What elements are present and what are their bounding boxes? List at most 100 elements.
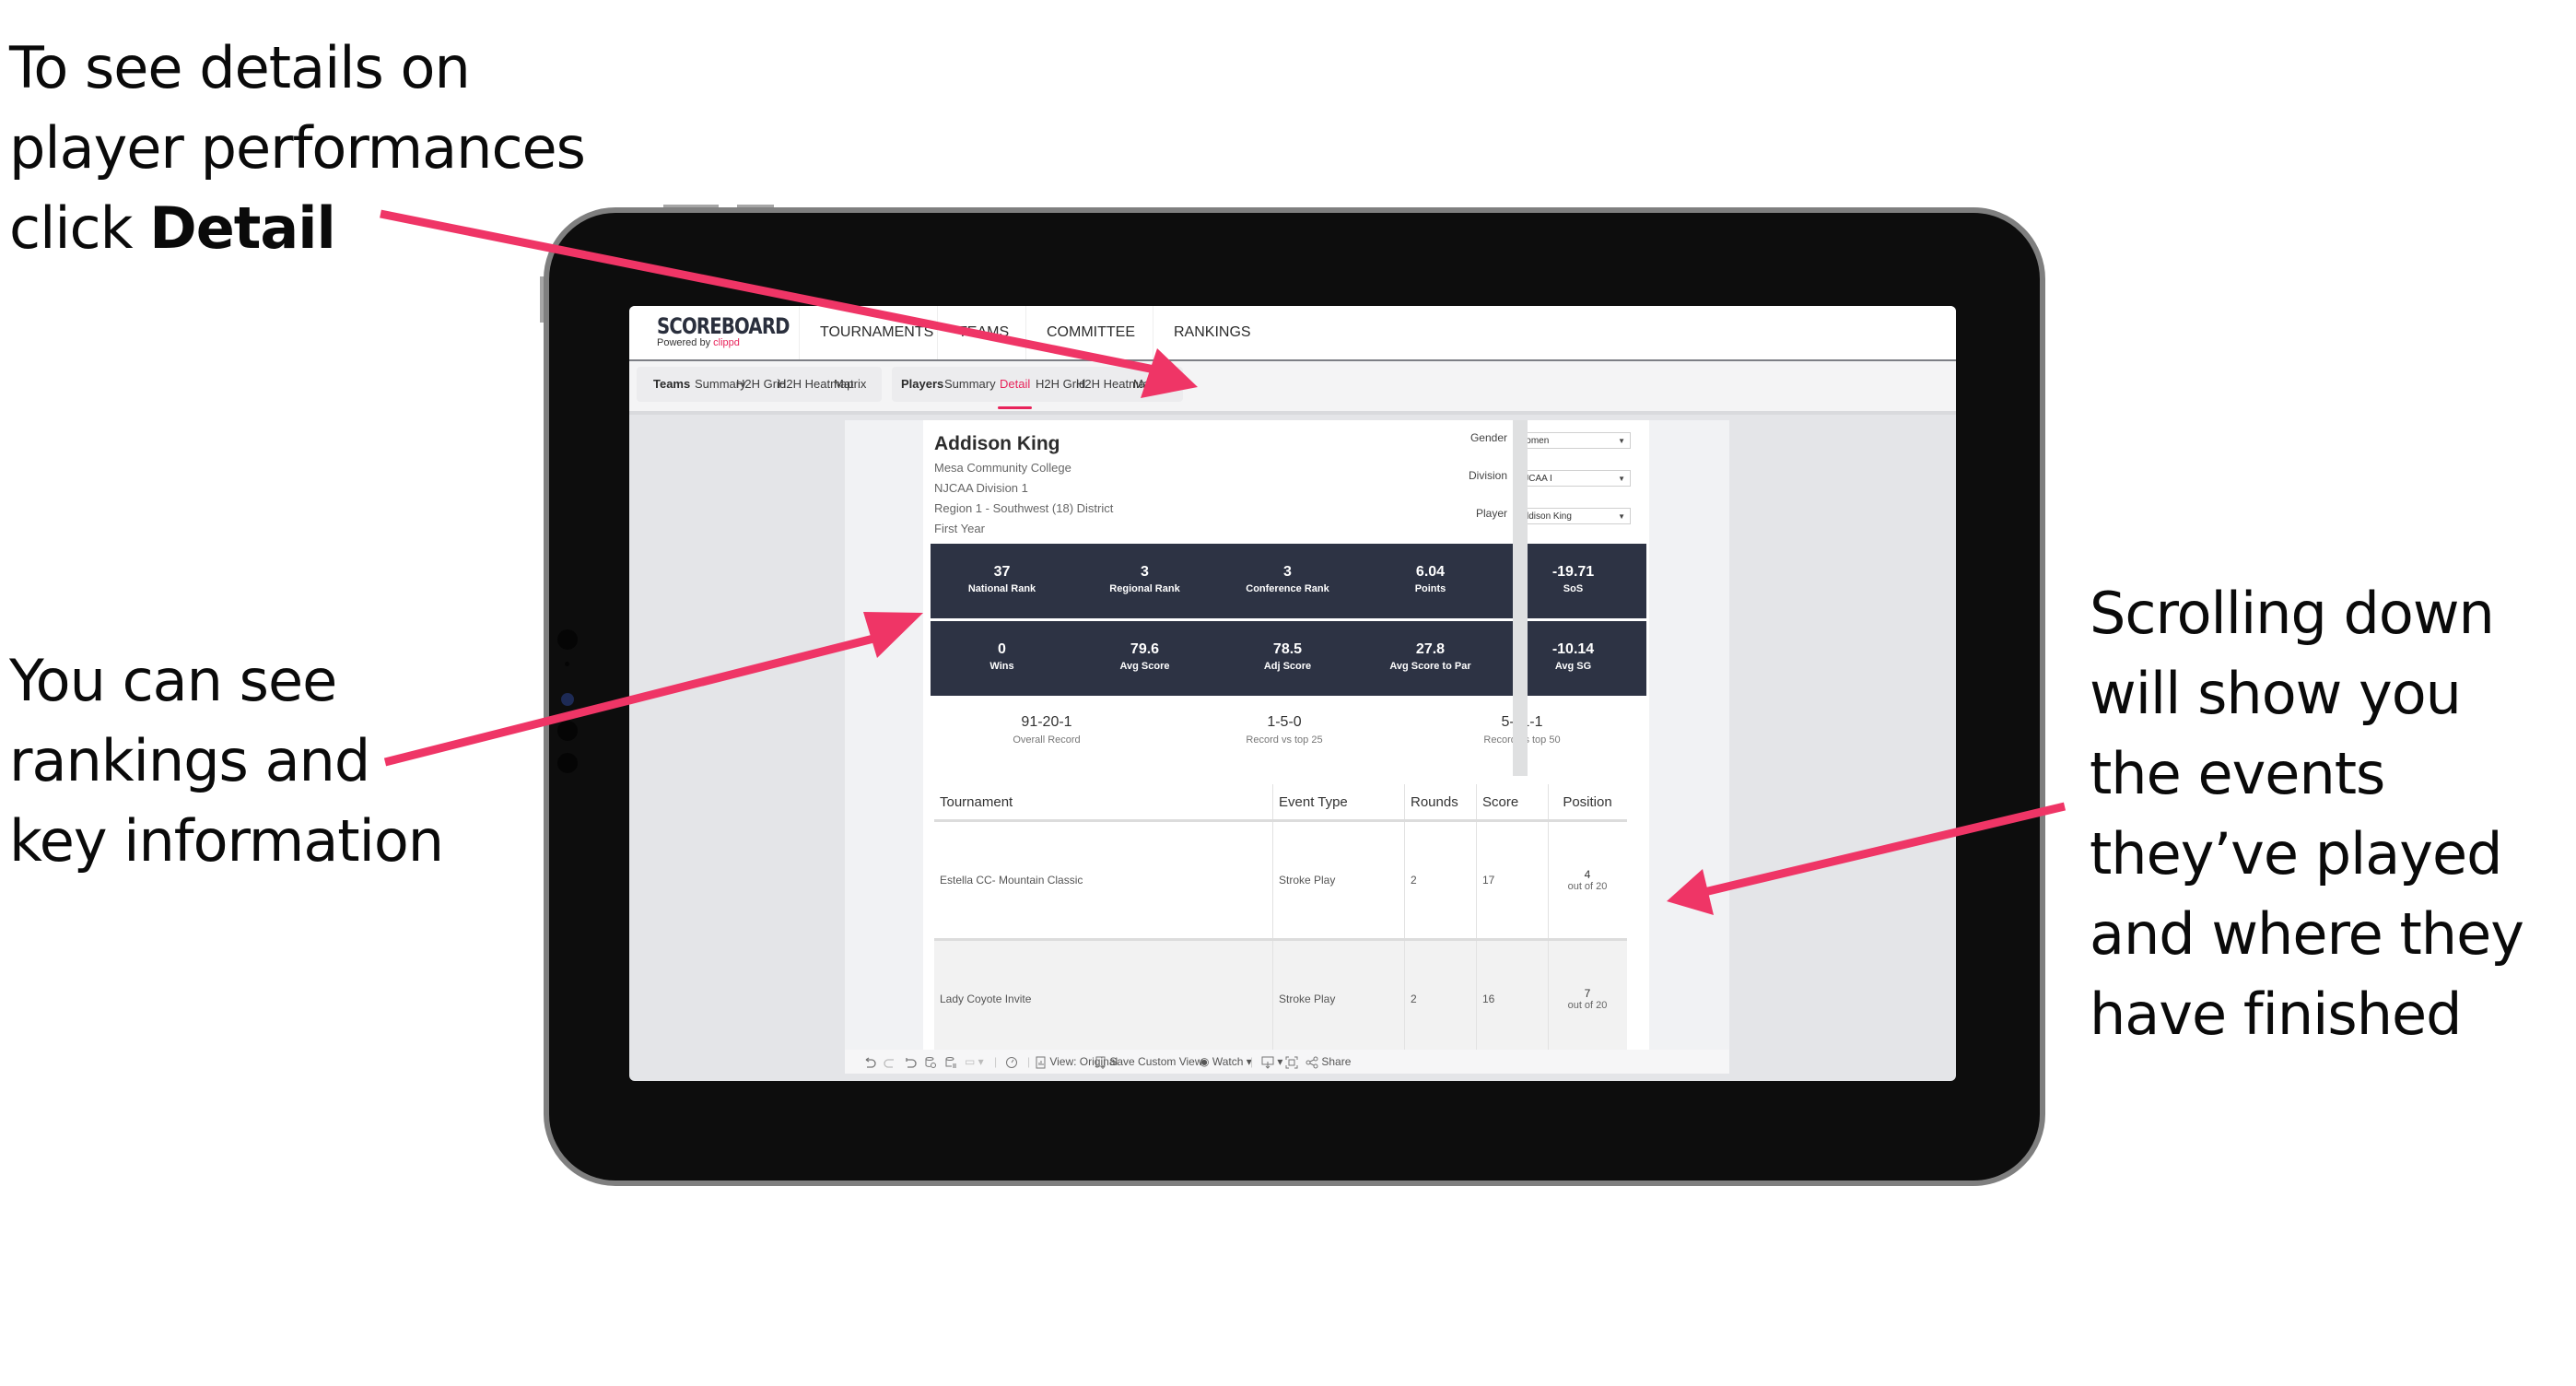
tab-players-matrix[interactable]: Matrix xyxy=(1133,367,1165,402)
tablet-sensor-icon xyxy=(557,721,578,741)
tablet-sensor-icon xyxy=(557,629,578,650)
annotation-line: click Detail xyxy=(9,188,585,268)
stat-label: Regional Rank xyxy=(1109,583,1180,594)
save-custom-view-button[interactable]: Save Custom View xyxy=(1095,1050,1203,1074)
eye-icon: ◉ xyxy=(1200,1055,1210,1068)
col-position[interactable]: Position xyxy=(1548,784,1627,822)
annotation-bold-text: Detail xyxy=(149,194,335,262)
download-icon xyxy=(1261,1056,1274,1069)
stat-value: 37 xyxy=(993,564,1011,580)
position-value: 7 xyxy=(1584,987,1591,1000)
col-rounds[interactable]: Rounds xyxy=(1404,784,1477,822)
scoreboard-logo[interactable]: SCOREBOARD Powered by clippd xyxy=(657,313,818,348)
watch-button[interactable]: ◉ Watch ▾ xyxy=(1200,1050,1252,1074)
pause-data-icon[interactable] xyxy=(944,1050,957,1074)
tablet-sensor-icon xyxy=(557,753,578,773)
overall-record: 91-20-1 Overall Record xyxy=(954,714,1139,746)
col-score[interactable]: Score xyxy=(1476,784,1549,822)
watch-label: Watch xyxy=(1212,1055,1244,1068)
nav-committee[interactable]: COMMITTEE xyxy=(1025,306,1155,359)
annotation-rankings: You can see rankings and key information xyxy=(9,640,444,881)
chevron-down-icon: ▼ xyxy=(1618,512,1625,521)
annotation-line: Scrolling down xyxy=(2090,580,2495,647)
cell-tournament: Lady Coyote Invite xyxy=(934,939,1273,1060)
toolbar-divider: | xyxy=(1250,1055,1254,1068)
chevron-down-icon: ▼ xyxy=(1618,437,1625,445)
nav-rankings[interactable]: RANKINGS xyxy=(1153,306,1271,359)
players-tab-group: Players Summary Detail H2H Grid H2H Heat… xyxy=(892,367,1183,409)
position-field-size: out of 20 xyxy=(1567,1000,1608,1011)
cell-score: 17 xyxy=(1476,820,1549,941)
stat-label: National Rank xyxy=(967,583,1036,594)
tournament-table: Tournament Event Type Rounds Score Posit… xyxy=(934,784,1627,1060)
view-icon xyxy=(1036,1056,1046,1069)
record-label: Overall Record xyxy=(1013,734,1081,746)
refresh-data-icon[interactable] xyxy=(924,1050,937,1074)
stat-national-rank: 37 National Rank xyxy=(931,544,1073,618)
share-label: Share xyxy=(1321,1055,1352,1068)
player-label: Player xyxy=(1475,507,1507,520)
nav-teams[interactable]: TEAMS xyxy=(937,306,1029,359)
annotation-text: click xyxy=(9,194,150,262)
download-button[interactable]: ▾ xyxy=(1261,1050,1282,1074)
stat-label: Points xyxy=(1414,583,1446,594)
redo-icon[interactable] xyxy=(884,1050,896,1074)
stat-regional-rank: 3 Regional Rank xyxy=(1073,544,1216,618)
undo-icon[interactable] xyxy=(863,1050,876,1074)
revert-icon[interactable] xyxy=(904,1050,917,1074)
rankings-band: 37 National Rank 3 Regional Rank 3 Conferen… xyxy=(931,544,1646,618)
tablet-camera-icon xyxy=(561,693,574,706)
annotation-line: the events xyxy=(2090,740,2385,807)
gender-label: Gender xyxy=(1469,431,1507,444)
scoring-band: 0 Wins 79.6 Avg Score 78.5 Adj Score 27.8 Av… xyxy=(931,621,1646,696)
position-field-size: out of 20 xyxy=(1567,881,1608,892)
annotation-line: will show you xyxy=(2090,660,2462,727)
annotation-line: rankings and xyxy=(9,727,370,794)
share-button[interactable]: Share xyxy=(1306,1050,1351,1074)
annotation-line: You can see xyxy=(9,647,337,714)
cell-rounds: 2 xyxy=(1404,820,1477,941)
tab-teams-matrix[interactable]: Matrix xyxy=(834,367,866,402)
player-year: First Year xyxy=(934,522,985,535)
stat-value: 78.5 xyxy=(1272,641,1303,657)
stat-value: 3 xyxy=(1141,564,1149,580)
gender-select[interactable]: Women ▼ xyxy=(1513,432,1631,449)
cell-tournament: Estella CC- Mountain Classic xyxy=(934,820,1273,941)
stat-value: 6.04 xyxy=(1415,564,1446,580)
table-row[interactable]: Estella CC- Mountain Classic Stroke Play… xyxy=(934,820,1627,941)
tab-players[interactable]: Players xyxy=(901,367,943,402)
sub-navigation: Teams Summary H2H Grid H2H Heatmap Matri… xyxy=(629,361,1956,415)
table-header-row: Tournament Event Type Rounds Score Posit… xyxy=(934,784,1627,822)
tab-teams[interactable]: Teams xyxy=(653,367,690,402)
record-label: Record vs top 25 xyxy=(1246,734,1323,746)
fullscreen-button[interactable] xyxy=(1285,1050,1298,1074)
player-name: Addison King xyxy=(934,433,1060,454)
player-college: Mesa Community College xyxy=(934,461,1071,475)
save-custom-view-label: Save Custom View xyxy=(1109,1055,1203,1068)
stat-adj-score: 78.5 Adj Score xyxy=(1216,621,1359,696)
table-row[interactable]: Lady Coyote Invite Stroke Play 2 16 7 out… xyxy=(934,939,1627,1060)
performance-icon[interactable] xyxy=(1005,1050,1018,1074)
vertical-scrollbar[interactable] xyxy=(1513,420,1528,776)
tab-players-detail[interactable]: Detail xyxy=(997,367,1033,409)
col-event-type[interactable]: Event Type xyxy=(1272,784,1405,822)
position-value: 4 xyxy=(1584,868,1591,881)
division-select[interactable]: NJCAA I ▼ xyxy=(1513,470,1631,487)
highlight-icon[interactable]: ▭ ▾ xyxy=(965,1050,984,1074)
nav-tournaments[interactable]: TOURNAMENTS xyxy=(799,306,954,359)
record-vs-top-25: 1-5-0 Record vs top 25 xyxy=(1192,714,1376,746)
cell-position: 7 out of 20 xyxy=(1548,939,1627,1060)
annotation-scrolling: Scrolling down will show you the events … xyxy=(2090,573,2524,1054)
viz-toolbar: ▭ ▾ | | View: Original Save Custom View … xyxy=(845,1050,1729,1074)
logo-text: SCOREBOARD xyxy=(657,313,790,339)
annotation-detail-instruction: To see details on player performances cl… xyxy=(9,28,586,268)
save-view-icon xyxy=(1095,1056,1106,1069)
cell-event-type: Stroke Play xyxy=(1272,820,1405,941)
cell-event-type: Stroke Play xyxy=(1272,939,1405,1060)
tablet-sensor-icon xyxy=(565,662,569,666)
toolbar-divider: | xyxy=(1027,1055,1031,1068)
stat-points: 6.04 Points xyxy=(1359,544,1502,618)
player-select[interactable]: Addison King ▼ xyxy=(1513,508,1631,524)
col-tournament[interactable]: Tournament xyxy=(934,784,1273,822)
tab-players-summary[interactable]: Summary xyxy=(944,367,996,402)
